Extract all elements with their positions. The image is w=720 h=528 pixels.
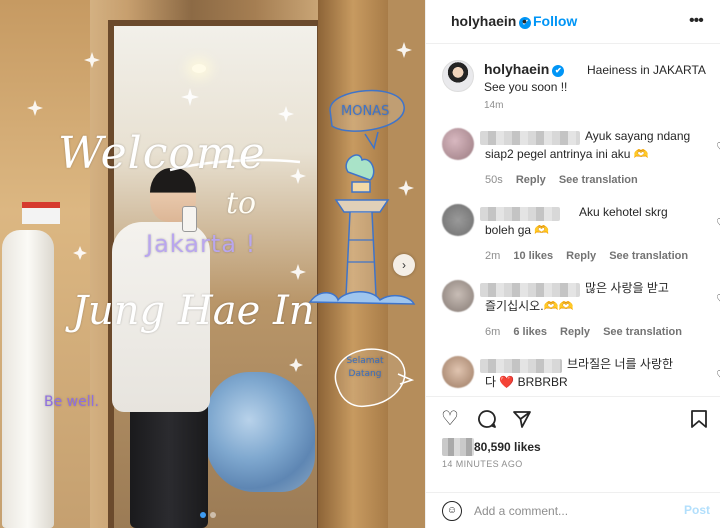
comment-username-blurred[interactable]	[480, 207, 560, 221]
comment-text-line2: siap2 pegel antrinya ini aku 🫶	[485, 147, 649, 161]
avatar[interactable]	[442, 60, 474, 92]
carousel-indicator	[200, 512, 216, 518]
header-separator: •	[522, 13, 527, 29]
comment-time[interactable]: 2m	[485, 250, 500, 262]
comment-meta: 50s Reply See translation	[485, 174, 648, 186]
carousel-next-button[interactable]: ›	[393, 254, 415, 276]
comment-avatar[interactable]	[442, 356, 474, 388]
comment-item: Aku kehotel skrg boleh ga 🫶 2m 10 likes …	[442, 204, 720, 268]
caption-username[interactable]: holyhaein ✔	[484, 61, 565, 77]
comment-text-line1: Ayuk sayang ndang	[585, 129, 691, 143]
likes-count-blurred	[442, 438, 474, 456]
carousel-dot-2	[210, 512, 216, 518]
add-comment-bar: ☺ Post	[426, 492, 720, 528]
likes-count-text[interactable]: 80,590 likes	[474, 440, 541, 454]
photo-text-landmark: MONAS	[341, 104, 390, 119]
photo-text-city: Jakarta !	[146, 230, 257, 258]
header-username-text[interactable]: holyhaein	[451, 13, 516, 29]
comment-avatar[interactable]	[442, 128, 474, 160]
comment-time[interactable]: 50s	[485, 174, 503, 186]
comment-username-blurred[interactable]	[480, 359, 562, 373]
comment-avatar[interactable]	[442, 280, 474, 312]
header-username[interactable]: holyhaein ✔	[451, 13, 532, 29]
comment-username-blurred[interactable]	[480, 131, 580, 145]
verified-badge-icon: ✔	[552, 65, 565, 77]
photo-text-to: to	[226, 186, 257, 221]
comment-likes[interactable]: 6 likes	[513, 326, 547, 338]
see-translation-button[interactable]: See translation	[603, 326, 682, 338]
comment-item: Ayuk sayang ndang siap2 pegel antrinya i…	[442, 128, 720, 192]
photo-text-greeting: Selamat Datang	[346, 356, 384, 379]
comment-item: 많은 사랑을 받고 즐기십시오.🫶🫶 6m 6 likes Reply See …	[442, 280, 720, 344]
share-icon[interactable]	[512, 409, 532, 433]
comment-like-heart-icon[interactable]: ♡	[716, 216, 720, 230]
post-side-panel: holyhaein ✔ • Follow ••• holyhaein ✔ Haein…	[425, 0, 720, 528]
post-header: holyhaein ✔ • Follow •••	[426, 0, 720, 44]
carousel-dot-1	[200, 512, 206, 518]
see-translation-button[interactable]: See translation	[559, 174, 638, 186]
caption-timestamp[interactable]: 14m	[484, 100, 503, 111]
heart-icon[interactable]: ♡	[441, 409, 459, 429]
comment-like-heart-icon[interactable]: ♡	[716, 368, 720, 382]
comment-avatar[interactable]	[442, 204, 474, 236]
chevron-right-icon: ›	[402, 258, 406, 272]
comment-username-blurred[interactable]	[480, 283, 580, 297]
see-translation-button[interactable]: See translation	[609, 250, 688, 262]
comment-text-line1: Aku kehotel skrg	[579, 205, 668, 219]
comment-meta: 6m 6 likes Reply See translation	[485, 326, 692, 338]
photo-doodles	[27, 42, 416, 408]
comment-text-line1: 많은 사랑을 받고	[585, 281, 669, 295]
comment-icon[interactable]	[477, 409, 497, 433]
comment-likes[interactable]: 10 likes	[513, 250, 553, 262]
post-actions-bar: ♡	[426, 396, 720, 440]
photo-text-welcome: Welcome	[58, 128, 266, 179]
comment-text-line1: 브라질은 너를 사랑한	[567, 357, 674, 371]
comment-meta: 2m 10 likes Reply See translation	[485, 250, 698, 262]
comment-text-line2: boleh ga 🫶	[485, 223, 550, 237]
more-options-icon[interactable]: •••	[689, 12, 704, 30]
comment-item: 브라질은 너를 사랑한 다 ❤️ BRBRBR ♡	[442, 356, 720, 392]
photo-text-name: Jung Hae In	[72, 288, 315, 334]
post-comment-button[interactable]: Post	[684, 503, 710, 517]
reply-button[interactable]: Reply	[516, 174, 546, 186]
reply-button[interactable]: Reply	[566, 250, 596, 262]
caption-text-line1: Haeiness in JAKARTA	[587, 63, 706, 77]
post-photo[interactable]: Welcome to Jakarta ! Jung Hae In Be well…	[0, 0, 425, 528]
reply-button[interactable]: Reply	[560, 326, 590, 338]
caption-text-line2: See you soon !!	[484, 80, 568, 94]
comment-text-line2: 다 ❤️ BRBRBR	[485, 375, 568, 389]
bookmark-icon[interactable]	[690, 409, 708, 433]
comment-time[interactable]: 6m	[485, 326, 500, 338]
caption-username-text[interactable]: holyhaein	[484, 61, 549, 77]
comment-text-line2: 즐기십시오.🫶🫶	[485, 299, 574, 313]
photo-text-signoff: Be well.	[44, 394, 99, 410]
comment-like-heart-icon[interactable]: ♡	[716, 140, 720, 154]
post-timestamp[interactable]: 14 MINUTES AGO	[442, 459, 523, 469]
comment-input[interactable]	[474, 502, 674, 520]
smile-icon[interactable]: ☺	[442, 501, 462, 521]
comment-like-heart-icon[interactable]: ♡	[716, 292, 720, 306]
follow-button[interactable]: Follow	[533, 13, 577, 29]
